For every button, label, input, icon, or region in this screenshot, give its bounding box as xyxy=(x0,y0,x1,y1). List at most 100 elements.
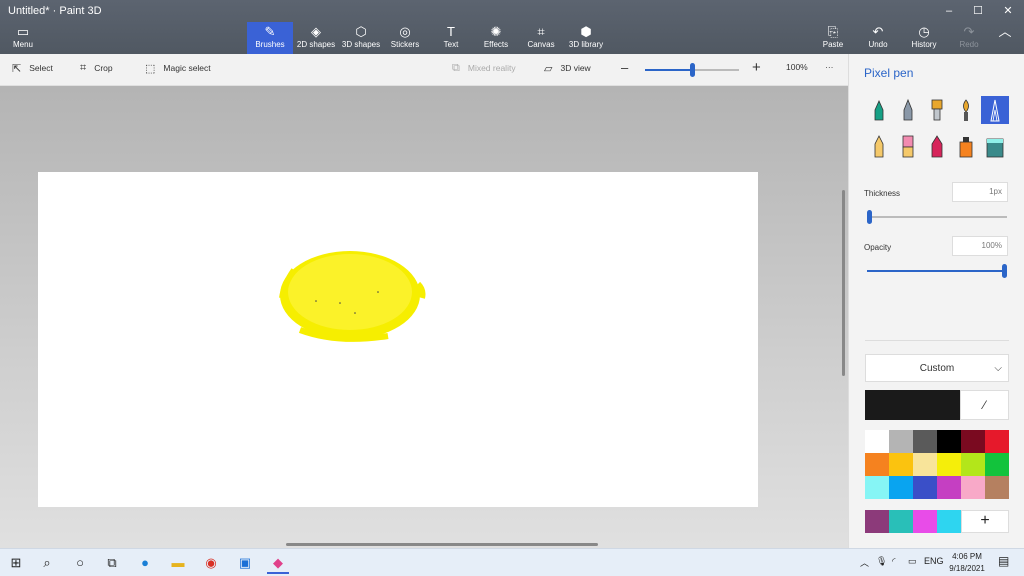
drawing-canvas[interactable] xyxy=(38,172,758,507)
tab-3d-library[interactable]: ⬢ 3D library xyxy=(563,22,609,54)
paste-button[interactable]: ⎘ Paste xyxy=(810,22,856,54)
show-hidden-icons-icon[interactable]: ︿ xyxy=(860,556,869,569)
language-indicator[interactable]: ENG xyxy=(924,556,944,566)
magic-select-button[interactable]: ⬚ Magic select xyxy=(145,62,211,75)
custom-color-swatch[interactable] xyxy=(889,510,913,533)
canvas-drawing xyxy=(279,251,426,342)
scribble-dot xyxy=(315,300,317,302)
brush-watercolor[interactable] xyxy=(952,96,980,124)
zoom-out-button[interactable]: – xyxy=(621,60,628,75)
history-button[interactable]: ◷ History xyxy=(901,22,947,54)
custom-color-swatch[interactable] xyxy=(937,510,961,533)
color-mode-dropdown[interactable]: Custom ⌵ xyxy=(865,354,1009,382)
maximize-button[interactable]: ☐ xyxy=(963,2,993,20)
thickness-slider-thumb[interactable] xyxy=(867,210,872,224)
palette-swatch[interactable] xyxy=(913,476,937,499)
brush-oil[interactable] xyxy=(923,96,951,124)
brush-fill[interactable] xyxy=(981,132,1009,160)
tab-canvas[interactable]: ⌗ Canvas xyxy=(518,22,564,54)
current-color-swatch[interactable] xyxy=(865,390,960,420)
thickness-input[interactable]: 1px xyxy=(952,182,1008,202)
zalo-icon[interactable]: ▣ xyxy=(234,552,256,574)
opacity-slider[interactable] xyxy=(867,264,1007,278)
tab-3d-shapes[interactable]: ⬡ 3D shapes xyxy=(338,22,384,54)
mixed-reality-button[interactable]: ⧉ Mixed reality xyxy=(452,62,516,75)
notifications-icon[interactable]: ▤ xyxy=(998,554,1009,568)
brush-marker[interactable] xyxy=(865,96,893,124)
work-area[interactable] xyxy=(0,86,848,548)
battery-icon[interactable]: ▭ xyxy=(908,556,917,567)
palette-swatch[interactable] xyxy=(961,453,985,476)
palette-swatch[interactable] xyxy=(937,476,961,499)
brush-pencil[interactable] xyxy=(865,132,893,160)
menu-icon: ▭ xyxy=(16,24,30,39)
horizontal-scrollbar[interactable] xyxy=(286,543,598,546)
eyedropper-button[interactable]: ⁄ xyxy=(960,390,1009,420)
tab-2d-shapes[interactable]: ◈ 2D shapes xyxy=(293,22,339,54)
palette-swatch[interactable] xyxy=(961,476,985,499)
zoom-in-button[interactable]: + xyxy=(752,59,761,76)
custom-color-swatch[interactable] xyxy=(913,510,937,533)
palette-swatch[interactable] xyxy=(985,430,1009,453)
tab-stickers[interactable]: ◎ Stickers xyxy=(382,22,428,54)
undo-button[interactable]: ↶ Undo xyxy=(855,22,901,54)
clock-date[interactable]: 9/18/2021 xyxy=(946,564,988,573)
palette-swatch[interactable] xyxy=(937,453,961,476)
add-color-button[interactable]: + xyxy=(961,510,1009,533)
tab-effects[interactable]: ✺ Effects xyxy=(473,22,519,54)
brush-calligraphy-pen[interactable] xyxy=(894,96,922,124)
select-button[interactable]: ⇱ Select xyxy=(12,62,53,75)
opacity-slider-thumb[interactable] xyxy=(1002,264,1007,278)
cortana-icon[interactable]: ○ xyxy=(69,552,91,574)
tab-text[interactable]: T Text xyxy=(428,22,474,54)
minimize-button[interactable]: – xyxy=(934,2,964,20)
vertical-scrollbar[interactable] xyxy=(842,190,845,376)
palette-swatch[interactable] xyxy=(865,430,889,453)
crop-button[interactable]: ⌗ Crop xyxy=(80,62,113,75)
3d-view-button[interactable]: ▱ 3D view xyxy=(544,62,591,75)
custom-color-swatch[interactable] xyxy=(865,510,889,533)
brush-crayon[interactable] xyxy=(923,132,951,160)
palette-swatch[interactable] xyxy=(865,476,889,499)
palette-swatch[interactable] xyxy=(889,476,913,499)
brush-pixel-pen[interactable] xyxy=(981,96,1009,124)
palette-swatch[interactable] xyxy=(937,430,961,453)
palette-swatch[interactable] xyxy=(961,430,985,453)
history-icon: ◷ xyxy=(918,24,930,39)
palette-swatch[interactable] xyxy=(913,430,937,453)
taskbar: ⊞ ⌕ ○ ⧉ ● ▬ ◉ ▣ ◆ ︿ 🎙 ◜ ▭ ENG 4:06 PM 9/… xyxy=(0,548,1024,576)
zoom-slider[interactable] xyxy=(645,63,739,77)
spray-can-icon xyxy=(959,137,973,158)
network-icon[interactable]: ◜ xyxy=(892,556,896,567)
tab-brushes[interactable]: ✎ Brushes xyxy=(247,22,293,54)
menu-label: Menu xyxy=(12,40,33,49)
windows-start-icon[interactable]: ⊞ xyxy=(5,552,27,574)
thickness-slider[interactable] xyxy=(867,210,1007,224)
microphone-icon[interactable]: 🎙 xyxy=(876,556,887,567)
palette-swatch[interactable] xyxy=(889,453,913,476)
opacity-slider-fill xyxy=(867,270,1007,272)
opacity-input[interactable]: 100% xyxy=(952,236,1008,256)
collapse-ribbon-button[interactable]: ︿ xyxy=(985,22,1024,54)
brush-eraser[interactable] xyxy=(894,132,922,160)
palette-swatch[interactable] xyxy=(889,430,913,453)
file-explorer-icon[interactable]: ▬ xyxy=(167,552,189,574)
paint3d-icon[interactable]: ◆ xyxy=(267,552,289,574)
thickness-slider-track xyxy=(867,216,1007,218)
clock-time[interactable]: 4:06 PM xyxy=(948,552,986,561)
menu-button[interactable]: ▭ Menu xyxy=(0,22,46,54)
crop-label: Crop xyxy=(94,62,113,73)
edge-icon[interactable]: ● xyxy=(134,552,156,574)
palette-swatch[interactable] xyxy=(865,453,889,476)
zoom-slider-thumb[interactable] xyxy=(690,63,695,77)
search-icon[interactable]: ⌕ xyxy=(36,552,58,574)
close-button[interactable]: ✕ xyxy=(993,2,1023,20)
palette-swatch[interactable] xyxy=(985,453,1009,476)
task-view-icon[interactable]: ⧉ xyxy=(101,552,123,574)
more-options-button[interactable]: ··· xyxy=(825,62,834,72)
chrome-icon[interactable]: ◉ xyxy=(200,552,222,574)
palette-swatch[interactable] xyxy=(985,476,1009,499)
magic-select-label: Magic select xyxy=(163,62,211,73)
palette-swatch[interactable] xyxy=(913,453,937,476)
brush-spray-can[interactable] xyxy=(952,132,980,160)
